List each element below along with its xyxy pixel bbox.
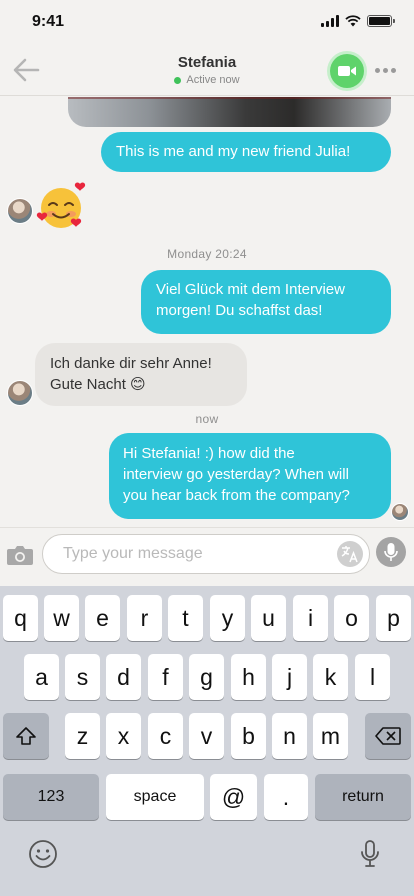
key[interactable]: n xyxy=(272,713,307,759)
message-composer xyxy=(0,527,414,586)
key[interactable]: a xyxy=(24,654,59,700)
keyboard: q w e r t y u i o p a s d f g h j k l z … xyxy=(0,586,414,896)
message-list[interactable]: This is me and my new friend Julia! Mond… xyxy=(0,97,414,527)
key[interactable]: t xyxy=(168,595,203,641)
key[interactable]: c xyxy=(148,713,183,759)
camera-icon xyxy=(7,546,33,565)
contact-status-text: Active now xyxy=(186,74,240,86)
video-call-button[interactable] xyxy=(330,54,364,88)
camera-button[interactable] xyxy=(6,544,34,566)
key[interactable]: d xyxy=(106,654,141,700)
message-bubble-outgoing[interactable]: Viel Glück mit dem Interview morgen! Du … xyxy=(141,270,391,334)
key[interactable]: z xyxy=(65,713,100,759)
contact-avatar[interactable] xyxy=(7,380,33,406)
space-key[interactable]: space xyxy=(106,774,204,820)
message-text-line: interview go yesterday? When will xyxy=(123,466,349,483)
message-bubble-outgoing[interactable]: Hi Stefania! :) how did the interview go… xyxy=(109,433,391,519)
timestamp-divider: Monday 20:24 xyxy=(167,247,247,261)
message-text-line: Viel Glück mit dem Interview xyxy=(156,281,345,298)
translate-icon xyxy=(341,546,358,563)
status-bar: 9:41 xyxy=(0,0,414,44)
status-icons xyxy=(321,15,395,27)
at-key[interactable]: @ xyxy=(210,774,257,820)
key[interactable]: w xyxy=(44,595,79,641)
translate-button[interactable] xyxy=(337,541,363,567)
key[interactable]: q xyxy=(3,595,38,641)
key[interactable]: s xyxy=(65,654,100,700)
message-bubble-incoming[interactable]: Ich danke dir sehr Anne! Gute Nacht 😊 xyxy=(35,343,247,406)
key[interactable]: i xyxy=(293,595,328,641)
key[interactable]: k xyxy=(313,654,348,700)
backspace-icon xyxy=(375,727,401,745)
key[interactable]: j xyxy=(272,654,307,700)
key[interactable]: o xyxy=(334,595,369,641)
online-indicator xyxy=(174,76,182,84)
chat-header: Stefania Active now xyxy=(0,44,414,96)
contact-avatar[interactable] xyxy=(7,198,33,224)
key[interactable]: m xyxy=(313,713,348,759)
dictation-icon[interactable] xyxy=(360,839,380,869)
voice-message-button[interactable] xyxy=(376,537,406,567)
wifi-icon xyxy=(345,15,361,27)
shift-icon xyxy=(16,727,36,745)
message-text-line: Ich danke dir sehr Anne! xyxy=(50,355,212,372)
message-text-line: you hear back from the company? xyxy=(123,487,350,504)
smiling-face-with-hearts-emoji[interactable] xyxy=(36,180,88,232)
battery-icon xyxy=(367,15,395,27)
status-time: 9:41 xyxy=(32,13,65,30)
cellular-signal-icon xyxy=(321,15,339,27)
return-key[interactable]: return xyxy=(315,774,411,820)
video-camera-icon xyxy=(338,66,356,76)
key[interactable]: v xyxy=(189,713,224,759)
microphone-icon xyxy=(384,543,398,561)
key[interactable]: h xyxy=(231,654,266,700)
more-icon[interactable] xyxy=(375,68,396,73)
numbers-key[interactable]: 123 xyxy=(3,774,99,820)
photo-detail xyxy=(68,97,391,99)
key[interactable]: l xyxy=(355,654,390,700)
key[interactable]: x xyxy=(106,713,141,759)
message-text: This is me and my new friend Julia! xyxy=(116,143,351,160)
timestamp-divider: now xyxy=(195,412,219,426)
shift-key[interactable] xyxy=(3,713,49,759)
key[interactable]: u xyxy=(251,595,286,641)
message-input[interactable] xyxy=(42,534,370,574)
shared-photo[interactable] xyxy=(68,97,391,127)
period-key[interactable]: . xyxy=(264,774,308,820)
key[interactable]: e xyxy=(85,595,120,641)
read-receipt-avatar xyxy=(391,503,409,521)
backspace-key[interactable] xyxy=(365,713,411,759)
emoji-icon[interactable] xyxy=(28,839,58,869)
message-text-line: Gute Nacht 😊 xyxy=(50,376,146,393)
key[interactable]: p xyxy=(376,595,411,641)
message-text-line: morgen! Du schaffst das! xyxy=(156,302,323,319)
key[interactable]: g xyxy=(189,654,224,700)
key[interactable]: b xyxy=(231,713,266,759)
message-bubble-outgoing[interactable]: This is me and my new friend Julia! xyxy=(101,132,391,172)
key[interactable]: f xyxy=(148,654,183,700)
key[interactable]: r xyxy=(127,595,162,641)
message-text-line: Hi Stefania! :) how did the xyxy=(123,445,295,462)
key[interactable]: y xyxy=(210,595,245,641)
